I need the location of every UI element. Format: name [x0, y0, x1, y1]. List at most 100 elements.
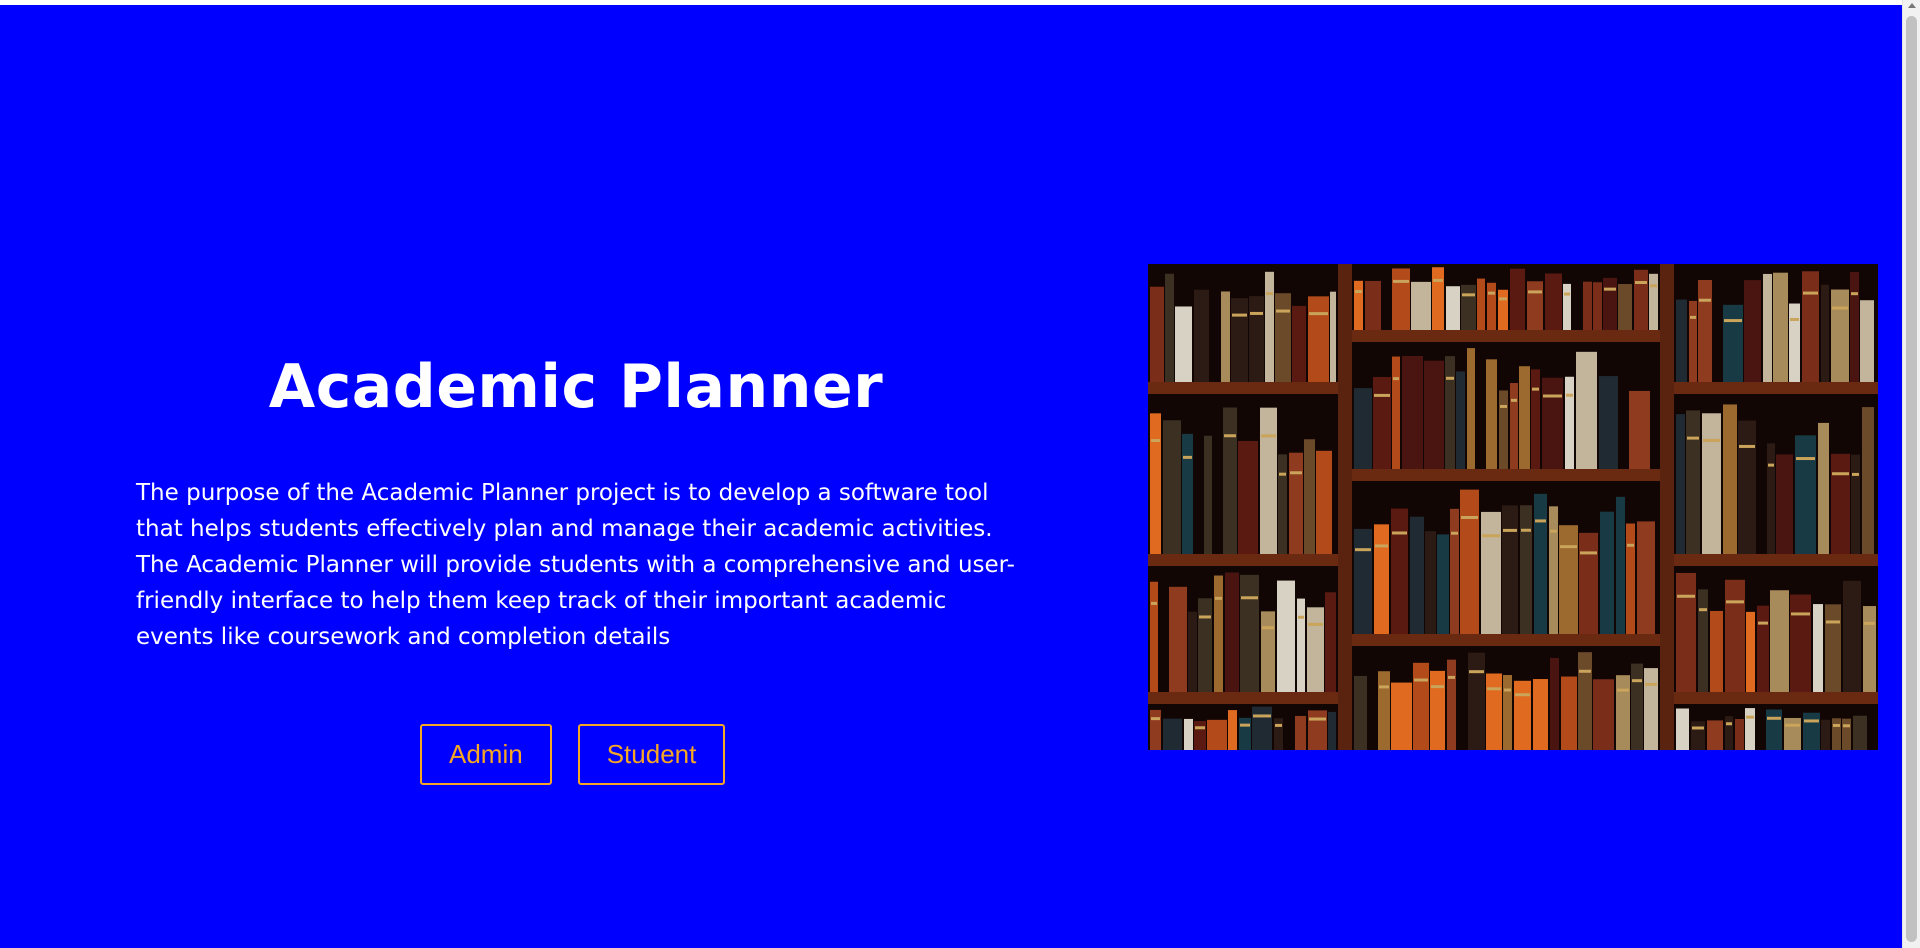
book-spine — [1374, 524, 1389, 636]
book-band — [1635, 281, 1647, 285]
book-band — [1790, 318, 1799, 322]
book-band — [1504, 688, 1511, 692]
book-spine — [1354, 528, 1372, 636]
book-band — [1482, 534, 1500, 538]
book-spine — [1616, 675, 1630, 750]
book-band — [1224, 434, 1236, 438]
book-spine — [1561, 676, 1577, 750]
book-spine — [1373, 376, 1391, 471]
book-band — [1298, 615, 1304, 619]
book-spine — [1746, 611, 1755, 694]
book-band — [1199, 615, 1211, 619]
book-band — [1215, 596, 1222, 600]
book-band — [1851, 292, 1858, 296]
book-spine — [1437, 534, 1449, 636]
book-band — [1469, 670, 1484, 674]
book-band — [1566, 393, 1573, 397]
chevron-up-icon[interactable] — [1908, 3, 1916, 8]
book-spine — [1214, 575, 1223, 694]
book-spine — [1843, 580, 1861, 694]
book-spine — [1277, 580, 1295, 694]
book-spine — [1252, 706, 1272, 750]
book-spine — [1450, 508, 1459, 636]
book-spine — [1770, 590, 1789, 694]
hero-content: Academic Planner The purpose of the Acad… — [136, 5, 1016, 948]
book-spine — [1307, 607, 1324, 694]
book-band — [1803, 291, 1818, 295]
book-spine — [1410, 516, 1424, 636]
book-band — [1785, 723, 1800, 727]
book-spine — [1150, 286, 1164, 384]
book-spine — [1378, 671, 1390, 750]
book-spine — [1150, 413, 1161, 556]
book-spine — [1228, 710, 1237, 750]
book-band — [1461, 515, 1478, 519]
book-spine — [1194, 721, 1206, 750]
book-spine — [1486, 359, 1497, 471]
book-spine — [1184, 718, 1193, 750]
book-spine — [1563, 283, 1571, 332]
book-spine — [1676, 414, 1685, 556]
book-spine — [1486, 673, 1502, 750]
book-band — [1724, 319, 1742, 323]
book-spine — [1477, 278, 1485, 332]
book-spine — [1239, 717, 1251, 750]
scrollbar-thumb[interactable] — [1906, 16, 1917, 942]
book-band — [1151, 439, 1160, 443]
book-band — [1645, 682, 1657, 686]
book-band — [1261, 434, 1276, 438]
book-band — [1355, 290, 1362, 294]
book-band — [1650, 284, 1657, 288]
book-band — [1240, 723, 1250, 727]
shelf-board — [1352, 469, 1660, 481]
book-spine — [1813, 604, 1823, 694]
book-band — [1746, 715, 1754, 719]
book-spine — [1795, 435, 1816, 556]
bookshelf-illustration — [1148, 264, 1878, 750]
admin-button[interactable]: Admin — [420, 724, 552, 785]
book-band — [1832, 306, 1848, 310]
book-spine — [1188, 611, 1197, 694]
book-spine — [1308, 710, 1327, 750]
book-spine — [1519, 366, 1530, 471]
book-spine — [1831, 289, 1849, 384]
vertical-scrollbar[interactable] — [1902, 0, 1920, 948]
book-spine — [1238, 440, 1258, 556]
book-spine — [1249, 296, 1264, 384]
book-band — [1627, 543, 1634, 547]
book-spine — [1468, 652, 1485, 750]
student-button[interactable]: Student — [577, 724, 726, 785]
book-spine — [1499, 390, 1508, 471]
book-spine — [1498, 289, 1508, 332]
book-spine — [1163, 420, 1181, 556]
book-spine — [1165, 273, 1174, 384]
book-band — [1833, 723, 1840, 727]
book-spine — [1860, 300, 1874, 384]
book-spine — [1163, 718, 1182, 750]
book-spine — [1649, 273, 1658, 332]
book-spine — [1593, 679, 1614, 750]
book-spine — [1221, 291, 1230, 384]
book-band — [1290, 471, 1302, 475]
book-spine — [1757, 605, 1769, 694]
book-spine — [1725, 579, 1745, 694]
book-band — [1241, 596, 1258, 600]
bookcase-divider — [1338, 264, 1352, 750]
book-spine — [1365, 280, 1381, 332]
page-title: Academic Planner — [268, 352, 884, 422]
book-band — [1309, 717, 1326, 721]
book-band — [1379, 685, 1389, 689]
book-spine — [1549, 506, 1558, 636]
book-band — [1266, 292, 1273, 296]
shelf-board — [1148, 692, 1338, 704]
book-spine — [1330, 291, 1336, 384]
book-spine — [1545, 273, 1562, 332]
landing-page: Academic Planner The purpose of the Acad… — [0, 5, 1902, 948]
book-spine — [1240, 574, 1259, 694]
book-spine — [1579, 532, 1598, 636]
book-band — [1564, 292, 1570, 296]
book-band — [1393, 279, 1409, 283]
book-spine — [1274, 718, 1283, 750]
book-band — [1579, 669, 1591, 673]
book-band — [1151, 717, 1160, 721]
